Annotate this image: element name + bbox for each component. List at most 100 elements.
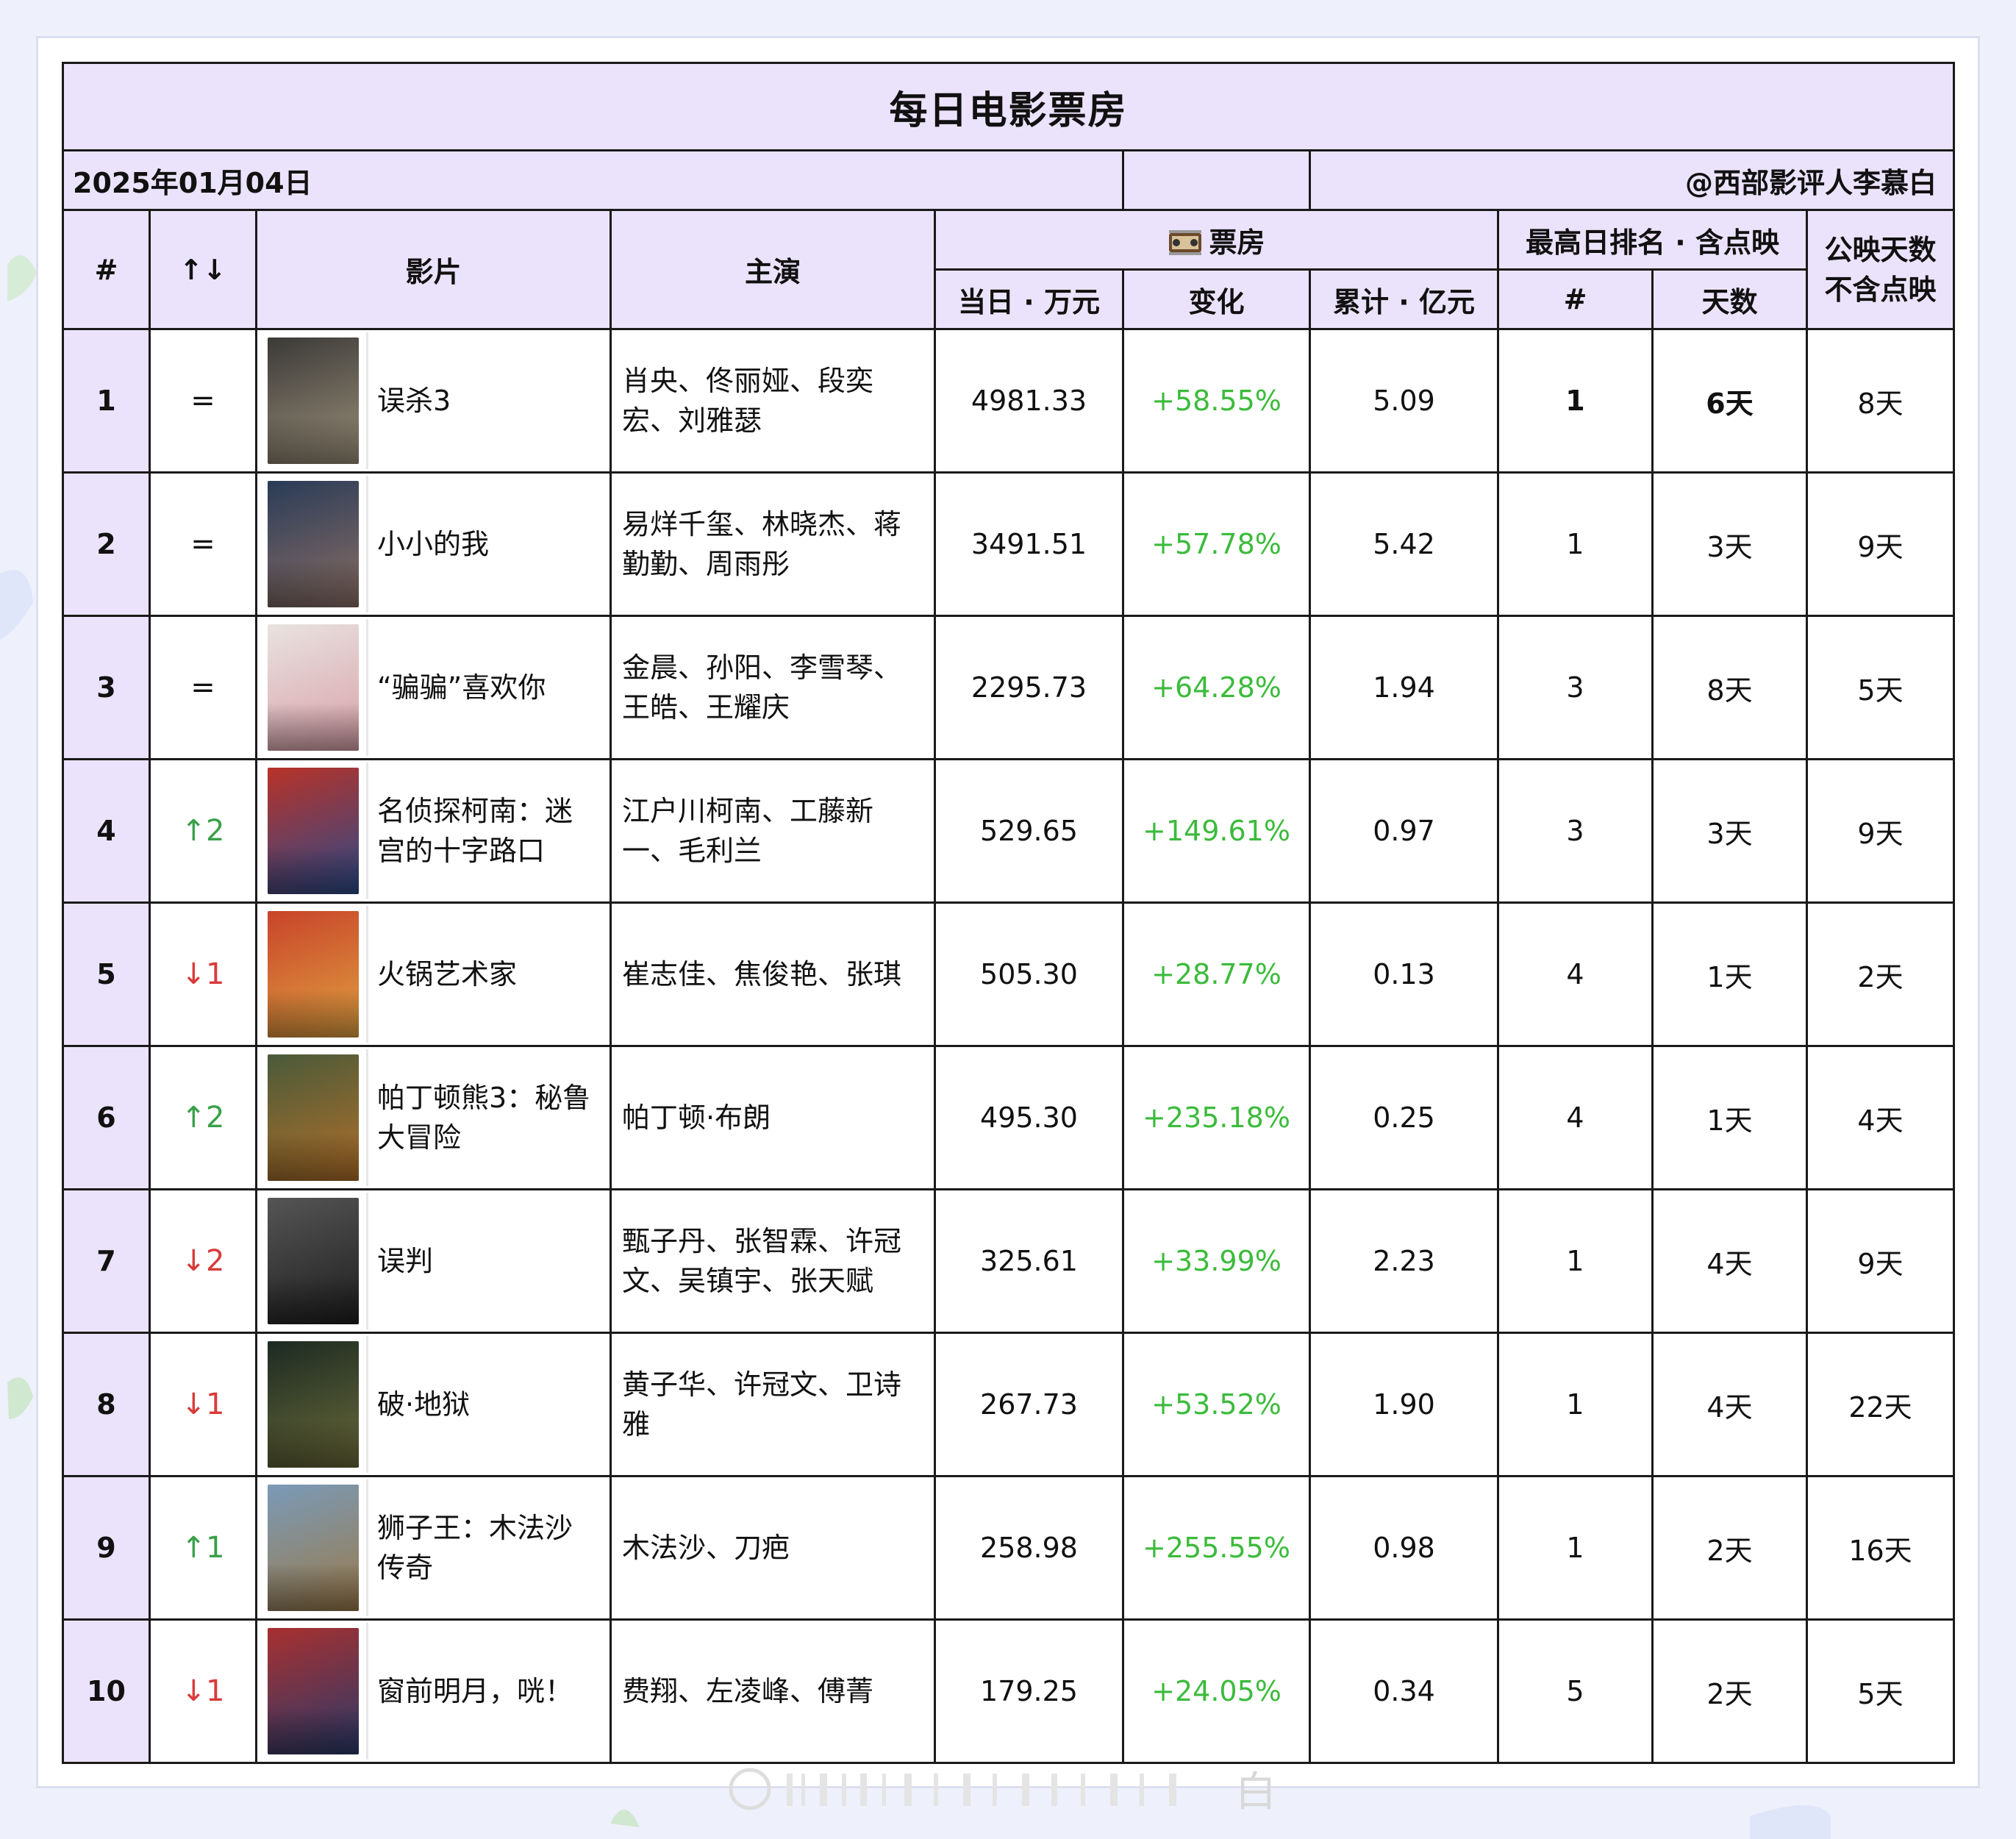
- cast-line1: 甄子丹、张智霖、许冠: [622, 1225, 902, 1257]
- daily-change: +149.61%: [1122, 758, 1311, 904]
- daily-change: +255.55%: [1122, 1475, 1311, 1621]
- header-box-office-label: 票房: [1209, 226, 1265, 259]
- movie-cell: 小小的我: [255, 471, 612, 617]
- header-peak-group: 最高日排名 · 含点映: [1497, 209, 1808, 271]
- release-days: 9天: [1806, 471, 1955, 617]
- movie-cell: 误杀3: [255, 328, 612, 474]
- rank-cell: 7: [62, 1188, 151, 1334]
- daily-gross: 529.65: [934, 758, 1124, 904]
- daily-gross: 267.73: [934, 1332, 1124, 1477]
- movie-poster: [268, 481, 359, 607]
- peak-days: 3天: [1651, 471, 1808, 617]
- header-peak-rank: #: [1497, 268, 1654, 330]
- daily-change: +24.05%: [1122, 1618, 1311, 1764]
- peak-days: 3天: [1651, 758, 1808, 904]
- table-row: 5 ↓1 火锅艺术家 崔志佳、焦俊艳、张琪 505.30 +28.77% 0.13 4 1天 2天: [62, 901, 1955, 1047]
- release-days: 8天: [1806, 328, 1955, 474]
- movie-poster: [268, 1485, 359, 1611]
- movie-poster: [268, 1341, 359, 1468]
- daily-change: +57.78%: [1122, 471, 1311, 617]
- header-release-days-line1: 公映天数: [1824, 233, 1937, 266]
- movie-poster: [268, 1054, 359, 1181]
- rank-change: ↑2: [149, 1045, 257, 1190]
- watermark-char: 白: [1235, 1768, 1276, 1813]
- rank-change: ↓1: [149, 901, 257, 1047]
- total-gross: 0.97: [1309, 758, 1499, 904]
- movie-title-line1: 窗前明月，咣！: [377, 1675, 573, 1707]
- cast-line2: 勤勤、周雨彤: [622, 548, 790, 580]
- movie-title: 狮子王：木法沙 传奇: [368, 1508, 580, 1588]
- daily-change: +235.18%: [1122, 1045, 1311, 1190]
- peak-days: 6天: [1651, 328, 1808, 474]
- total-gross: 1.90: [1309, 1332, 1499, 1477]
- peak-days: 4天: [1651, 1188, 1808, 1334]
- rank-cell: 10: [62, 1618, 151, 1764]
- total-gross: 0.34: [1309, 1618, 1499, 1764]
- daily-gross: 325.61: [934, 1188, 1124, 1334]
- table-row: 4 ↑2 名侦探柯南：迷 宫的十字路口 江户川柯南、工藤新 一、毛利兰 529.65 +149…: [62, 758, 1955, 904]
- daily-change: +28.77%: [1122, 901, 1311, 1047]
- movie-cell: “骗骗”喜欢你: [255, 615, 612, 760]
- movie-title: 名侦探柯南：迷 宫的十字路口: [368, 791, 580, 871]
- rank-change: ↑2: [149, 758, 257, 904]
- movie-title: “骗骗”喜欢你: [368, 668, 553, 707]
- movie-title-line2: 传奇: [377, 1551, 434, 1584]
- table-row: 6 ↑2 帕丁顿熊3：秘鲁 大冒险 帕丁顿·布朗 495.30 +235.18% 0.25 4 1…: [62, 1045, 1955, 1190]
- cast-line1: 金晨、孙阳、李雪琴、: [622, 651, 902, 684]
- total-gross: 5.42: [1309, 471, 1499, 617]
- peak-days: 1天: [1651, 1045, 1808, 1190]
- release-days: 4天: [1806, 1045, 1955, 1190]
- header-delta: 变化: [1122, 268, 1311, 330]
- movie-cell: 破·地狱: [255, 1332, 612, 1477]
- cast-line1: 江户川柯南、工藤新: [622, 795, 874, 827]
- peak-days: 4天: [1651, 1332, 1808, 1477]
- total-gross: 2.23: [1309, 1188, 1499, 1334]
- movie-title: 帕丁顿熊3：秘鲁 大冒险: [368, 1078, 598, 1157]
- cast-line2: 雅: [622, 1408, 651, 1440]
- rank-change: ↑1: [149, 1475, 257, 1621]
- report-date: 2025年01月04日: [62, 149, 1124, 211]
- movie-poster: [268, 768, 359, 894]
- table-row: 8 ↓1 破·地狱 黄子华、许冠文、卫诗雅 267.73 +53.52% 1.90 1 4天 22…: [62, 1332, 1955, 1477]
- peak-rank: 3: [1497, 615, 1654, 760]
- rank-cell: 8: [62, 1332, 151, 1477]
- header-movie: 影片: [255, 209, 612, 330]
- release-days: 2天: [1806, 901, 1955, 1047]
- total-gross: 0.98: [1309, 1475, 1499, 1621]
- header-change: ↑↓: [149, 209, 257, 330]
- daily-change: +33.99%: [1122, 1188, 1311, 1334]
- release-days: 9天: [1806, 758, 1955, 904]
- movie-title-line1: 帕丁顿熊3：秘鲁: [377, 1082, 591, 1114]
- cast-line2: 王皓、王耀庆: [622, 691, 790, 724]
- table-row: 3 = “骗骗”喜欢你 金晨、孙阳、李雪琴、 王皓、王耀庆 2295.73 +64.28% 1…: [62, 615, 1955, 760]
- movie-cell: 名侦探柯南：迷 宫的十字路口: [255, 758, 612, 904]
- cast-line1: 易烊千玺、林晓杰、蒋: [622, 508, 902, 540]
- header-rank: #: [62, 209, 151, 330]
- daily-gross: 495.30: [934, 1045, 1124, 1190]
- daily-change: +53.52%: [1122, 1332, 1311, 1477]
- peak-days: 2天: [1651, 1618, 1808, 1764]
- daily-change: +58.55%: [1122, 328, 1311, 474]
- daily-gross: 258.98: [934, 1475, 1124, 1621]
- movie-title: 小小的我: [368, 524, 496, 564]
- cast-line1: 肖央、佟丽娅、段奕: [622, 365, 874, 397]
- peak-rank: 1: [1497, 328, 1654, 474]
- daily-gross: 4981.33: [934, 328, 1124, 474]
- header-release-days: 公映天数 不含点映: [1806, 209, 1955, 330]
- page-title: 每日电影票房: [62, 62, 1955, 151]
- rank-change: ↓1: [149, 1332, 257, 1477]
- rank-cell: 3: [62, 615, 151, 760]
- rank-cell: 4: [62, 758, 151, 904]
- peak-days: 2天: [1651, 1475, 1808, 1621]
- release-days: 9天: [1806, 1188, 1955, 1334]
- table-row: 1 = 误杀3 肖央、佟丽娅、段奕 宏、刘雅瑟 4981.33 +58.55% 5.09 1 6天…: [62, 328, 1955, 474]
- cast-cell: 金晨、孙阳、李雪琴、 王皓、王耀庆: [610, 615, 936, 760]
- cast-cell: 江户川柯南、工藤新 一、毛利兰: [610, 758, 936, 904]
- table-row: 9 ↑1 狮子王：木法沙 传奇 木法沙、刀疤 258.98 +255.55% 0.98 1 2天 1…: [62, 1475, 1955, 1621]
- rank-cell: 9: [62, 1475, 151, 1621]
- rank-cell: 5: [62, 901, 151, 1047]
- release-days: 5天: [1806, 615, 1955, 760]
- total-gross: 0.13: [1309, 901, 1499, 1047]
- cast-line1: 黄子华、许冠文、卫诗: [622, 1368, 902, 1401]
- cast-line1: 木法沙、刀疤: [622, 1532, 790, 1564]
